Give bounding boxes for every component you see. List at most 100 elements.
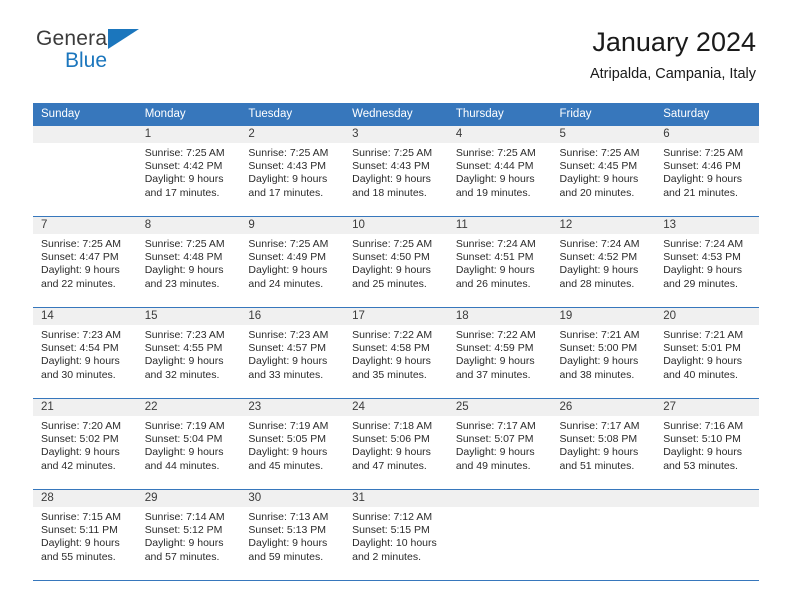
day-detail-sunrise: Sunrise: 7:25 AM bbox=[144, 238, 225, 250]
day-detail-sunrise: Sunrise: 7:17 AM bbox=[455, 420, 536, 432]
day-detail-sunrise: Sunrise: 7:22 AM bbox=[455, 329, 536, 341]
day-detail-daylight2: and 47 minutes. bbox=[352, 459, 427, 472]
calendar-day-cell[interactable]: 5 Sunrise: 7:25 AM Sunset: 4:45 PM Daylight… bbox=[551, 126, 656, 217]
day-detail-daylight1: Daylight: 9 hours bbox=[144, 537, 224, 550]
day-detail-sunset: Sunset: 4:43 PM bbox=[248, 160, 327, 173]
calendar-week-row: 21 Sunrise: 7:20 AM Sunset: 5:02 PM Dayligh… bbox=[33, 398, 759, 490]
day-detail-sunrise: Sunrise: 7:14 AM bbox=[144, 511, 225, 523]
calendar-header-row: Sunday Monday Tuesday Wednesday Thursday… bbox=[33, 103, 759, 126]
day-details: Sunrise: 7:20 AM Sunset: 5:02 PM Daylight:… bbox=[33, 416, 137, 473]
day-number: 19 bbox=[551, 308, 656, 325]
day-detail-sunset: Sunset: 4:48 PM bbox=[144, 251, 223, 264]
day-detail-daylight2: and 55 minutes. bbox=[41, 550, 116, 563]
day-details: Sunrise: 7:25 AM Sunset: 4:50 PM Daylight:… bbox=[344, 234, 448, 291]
calendar-day-cell[interactable]: 14 Sunrise: 7:23 AM Sunset: 4:54 PM Dayligh… bbox=[33, 307, 137, 399]
day-detail-daylight2: and 38 minutes. bbox=[559, 368, 635, 381]
day-detail-sunset: Sunset: 4:55 PM bbox=[144, 342, 223, 355]
calendar-day-cell[interactable]: 10 Sunrise: 7:25 AM Sunset: 4:50 PM Dayligh… bbox=[344, 216, 448, 308]
calendar-day-cell[interactable]: 1 Sunrise: 7:25 AM Sunset: 4:42 PM Daylight… bbox=[136, 126, 241, 217]
calendar-day-cell[interactable]: 23 Sunrise: 7:19 AM Sunset: 5:05 PM Dayligh… bbox=[240, 398, 345, 490]
calendar-day-cell[interactable]: 31 Sunrise: 7:12 AM Sunset: 5:15 PM Dayligh… bbox=[344, 489, 448, 581]
day-detail-daylight1: Daylight: 9 hours bbox=[144, 355, 224, 368]
day-number bbox=[551, 490, 656, 507]
day-number: 2 bbox=[240, 126, 345, 143]
day-detail-sunset: Sunset: 4:46 PM bbox=[663, 160, 741, 173]
day-number: 22 bbox=[136, 399, 241, 416]
day-detail-sunrise: Sunrise: 7:25 AM bbox=[144, 147, 225, 159]
day-details: Sunrise: 7:21 AM Sunset: 5:01 PM Daylight:… bbox=[655, 325, 759, 382]
day-detail-daylight1: Daylight: 9 hours bbox=[144, 446, 224, 459]
day-number: 23 bbox=[240, 399, 345, 416]
day-detail-daylight2: and 44 minutes. bbox=[144, 459, 220, 472]
calendar-day-cell[interactable]: 22 Sunrise: 7:19 AM Sunset: 5:04 PM Dayligh… bbox=[136, 398, 241, 490]
calendar-day-cell[interactable]: 24 Sunrise: 7:18 AM Sunset: 5:06 PM Dayligh… bbox=[344, 398, 448, 490]
day-number: 24 bbox=[344, 399, 448, 416]
calendar-day-cell[interactable]: 26 Sunrise: 7:17 AM Sunset: 5:08 PM Dayligh… bbox=[551, 398, 656, 490]
day-detail-sunrise: Sunrise: 7:24 AM bbox=[559, 238, 640, 250]
day-detail-sunset: Sunset: 4:54 PM bbox=[41, 342, 119, 355]
title-block: January 2024 Atripalda, Campania, Italy bbox=[590, 26, 756, 84]
day-detail-daylight1: Daylight: 9 hours bbox=[559, 264, 639, 277]
day-details: Sunrise: 7:24 AM Sunset: 4:53 PM Daylight:… bbox=[655, 234, 759, 291]
calendar-day-cell[interactable]: 9 Sunrise: 7:25 AM Sunset: 4:49 PM Daylight… bbox=[240, 216, 345, 308]
day-detail-daylight2: and 28 minutes. bbox=[559, 277, 635, 290]
day-detail-daylight1: Daylight: 9 hours bbox=[144, 173, 224, 186]
day-number: 6 bbox=[655, 126, 759, 143]
day-details: Sunrise: 7:25 AM Sunset: 4:45 PM Daylight:… bbox=[552, 143, 656, 200]
day-detail-daylight2: and 59 minutes. bbox=[248, 550, 324, 563]
day-detail-daylight1: Daylight: 9 hours bbox=[352, 355, 431, 368]
day-detail-sunset: Sunset: 4:52 PM bbox=[559, 251, 638, 264]
calendar-day-cell[interactable]: 25 Sunrise: 7:17 AM Sunset: 5:07 PM Dayligh… bbox=[447, 398, 552, 490]
calendar-day-cell[interactable]: 27 Sunrise: 7:16 AM Sunset: 5:10 PM Dayligh… bbox=[655, 398, 759, 490]
day-detail-sunset: Sunset: 4:47 PM bbox=[41, 251, 119, 264]
day-detail-daylight2: and 17 minutes. bbox=[144, 186, 220, 199]
day-details bbox=[448, 507, 552, 511]
day-detail-sunset: Sunset: 5:04 PM bbox=[144, 433, 223, 446]
calendar-grid: Sunday Monday Tuesday Wednesday Thursday… bbox=[33, 103, 759, 581]
day-details: Sunrise: 7:25 AM Sunset: 4:48 PM Daylight:… bbox=[137, 234, 241, 291]
calendar-day-cell[interactable]: 15 Sunrise: 7:23 AM Sunset: 4:55 PM Dayligh… bbox=[136, 307, 241, 399]
calendar-day-cell[interactable]: 18 Sunrise: 7:22 AM Sunset: 4:59 PM Dayligh… bbox=[447, 307, 552, 399]
calendar-day-cell[interactable]: 29 Sunrise: 7:14 AM Sunset: 5:12 PM Dayligh… bbox=[136, 489, 241, 581]
calendar-day-cell[interactable]: 20 Sunrise: 7:21 AM Sunset: 5:01 PM Dayligh… bbox=[655, 307, 759, 399]
day-detail-sunrise: Sunrise: 7:23 AM bbox=[248, 329, 329, 341]
day-detail-daylight1: Daylight: 9 hours bbox=[559, 446, 639, 459]
day-number: 16 bbox=[240, 308, 345, 325]
calendar-day-cell[interactable]: 16 Sunrise: 7:23 AM Sunset: 4:57 PM Dayligh… bbox=[240, 307, 345, 399]
calendar-day-cell-empty bbox=[33, 126, 137, 217]
calendar-day-cell[interactable]: 7 Sunrise: 7:25 AM Sunset: 4:47 PM Daylight… bbox=[33, 216, 137, 308]
calendar-day-cell[interactable]: 17 Sunrise: 7:22 AM Sunset: 4:58 PM Dayligh… bbox=[344, 307, 448, 399]
weekday-header-tuesday: Tuesday bbox=[240, 103, 345, 126]
calendar-day-cell[interactable]: 8 Sunrise: 7:25 AM Sunset: 4:48 PM Daylight… bbox=[136, 216, 241, 308]
calendar-week-row: 28 Sunrise: 7:15 AM Sunset: 5:11 PM Dayligh… bbox=[33, 489, 759, 581]
day-detail-sunrise: Sunrise: 7:25 AM bbox=[663, 147, 744, 159]
day-detail-daylight2: and 18 minutes. bbox=[352, 186, 427, 199]
day-detail-daylight1: Daylight: 9 hours bbox=[41, 446, 120, 459]
calendar-day-cell[interactable]: 3 Sunrise: 7:25 AM Sunset: 4:43 PM Daylight… bbox=[344, 126, 448, 217]
day-detail-daylight1: Daylight: 9 hours bbox=[663, 264, 743, 277]
day-details: Sunrise: 7:23 AM Sunset: 4:55 PM Daylight:… bbox=[137, 325, 241, 382]
day-detail-daylight2: and 51 minutes. bbox=[559, 459, 635, 472]
calendar-day-cell[interactable]: 21 Sunrise: 7:20 AM Sunset: 5:02 PM Dayligh… bbox=[33, 398, 137, 490]
day-detail-sunset: Sunset: 5:01 PM bbox=[663, 342, 741, 355]
calendar-day-cell[interactable]: 11 Sunrise: 7:24 AM Sunset: 4:51 PM Dayligh… bbox=[447, 216, 552, 308]
day-detail-daylight1: Daylight: 9 hours bbox=[455, 173, 535, 186]
calendar-day-cell[interactable]: 30 Sunrise: 7:13 AM Sunset: 5:13 PM Dayligh… bbox=[240, 489, 345, 581]
calendar-day-cell[interactable]: 4 Sunrise: 7:25 AM Sunset: 4:44 PM Daylight… bbox=[447, 126, 552, 217]
calendar-day-cell[interactable]: 2 Sunrise: 7:25 AM Sunset: 4:43 PM Daylight… bbox=[240, 126, 345, 217]
day-details: Sunrise: 7:19 AM Sunset: 5:04 PM Daylight:… bbox=[137, 416, 241, 473]
day-detail-sunset: Sunset: 4:45 PM bbox=[559, 160, 638, 173]
calendar-day-cell[interactable]: 13 Sunrise: 7:24 AM Sunset: 4:53 PM Dayligh… bbox=[655, 216, 759, 308]
day-detail-daylight2: and 21 minutes. bbox=[663, 186, 738, 199]
calendar-day-cell[interactable]: 6 Sunrise: 7:25 AM Sunset: 4:46 PM Daylight… bbox=[655, 126, 759, 217]
day-detail-sunrise: Sunrise: 7:16 AM bbox=[663, 420, 744, 432]
calendar-day-cell[interactable]: 19 Sunrise: 7:21 AM Sunset: 5:00 PM Dayligh… bbox=[551, 307, 656, 399]
general-blue-logo[interactable]: General Blue bbox=[36, 28, 216, 76]
day-detail-daylight1: Daylight: 9 hours bbox=[248, 355, 328, 368]
calendar-day-cell[interactable]: 12 Sunrise: 7:24 AM Sunset: 4:52 PM Dayligh… bbox=[551, 216, 656, 308]
calendar-day-cell[interactable]: 28 Sunrise: 7:15 AM Sunset: 5:11 PM Dayligh… bbox=[33, 489, 137, 581]
day-detail-daylight2: and 29 minutes. bbox=[663, 277, 738, 290]
logo-triangle-icon bbox=[108, 29, 139, 49]
day-details: Sunrise: 7:24 AM Sunset: 4:52 PM Daylight:… bbox=[552, 234, 656, 291]
day-detail-daylight2: and 45 minutes. bbox=[248, 459, 324, 472]
